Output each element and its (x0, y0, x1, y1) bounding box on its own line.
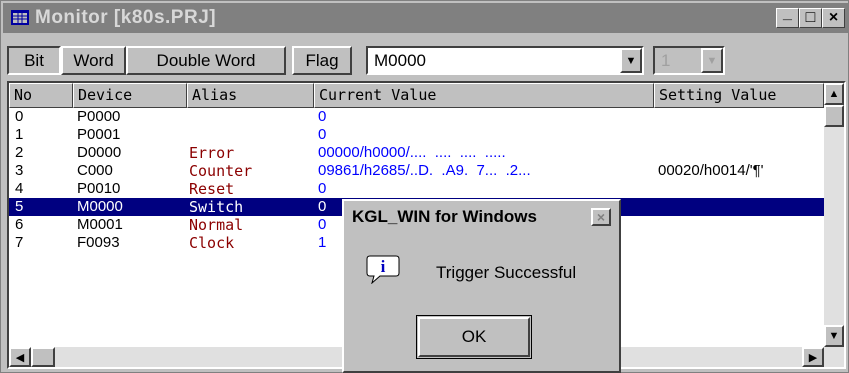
cell-alias: Normal (189, 216, 244, 234)
tab-flag[interactable]: Flag (292, 46, 352, 75)
column-header-setting-value[interactable]: Setting Value (654, 83, 824, 108)
cell-current-value: 0 (318, 198, 327, 215)
column-header-no[interactable]: No (9, 83, 73, 108)
cell-no: 4 (15, 180, 24, 197)
cell-current-value: 1 (318, 234, 327, 251)
tab-word[interactable]: Word (61, 46, 126, 75)
bit-select-value: 1 (661, 51, 671, 70)
cell-alias: Switch (189, 198, 244, 216)
vertical-scrollbar[interactable]: ▲ ▼ (824, 83, 844, 367)
close-icon: × (828, 9, 839, 26)
scroll-right-icon[interactable]: ▶ (802, 347, 824, 367)
cell-setting-value: 00020/h0014/'¶' (658, 162, 764, 179)
message-dialog: KGL_WIN for Windows × i Trigger Successf… (342, 199, 621, 373)
table-row[interactable]: 1 P0001 0 (9, 126, 824, 144)
scroll-down-icon[interactable]: ▼ (824, 325, 844, 347)
column-header-alias[interactable]: Alias (187, 83, 314, 108)
scroll-left-icon[interactable]: ◀ (9, 347, 31, 367)
cell-current-value: 00000/h0000/.... .... .... ..... (318, 144, 506, 161)
ok-button-label: OK (461, 327, 487, 346)
device-select[interactable]: M0000 ▼ (366, 46, 644, 75)
dialog-close-button[interactable]: × (591, 208, 611, 226)
cell-device: P0000 (77, 108, 121, 125)
cell-no: 6 (15, 216, 24, 233)
window-title: Monitor [k80s.PRJ] (35, 7, 217, 28)
cell-no: 0 (15, 108, 24, 125)
table-row[interactable]: 4 P0010 Reset 0 (9, 180, 824, 198)
cell-no: 1 (15, 126, 24, 143)
cell-device: P0001 (77, 126, 121, 143)
cell-device: P0010 (77, 180, 121, 197)
horizontal-scroll-thumb[interactable] (31, 347, 55, 367)
ok-button[interactable]: OK (416, 315, 532, 359)
cell-device: D0000 (77, 144, 122, 161)
device-select-value: M0000 (374, 51, 426, 70)
cell-device: F0093 (77, 234, 120, 251)
cell-no: 3 (15, 162, 24, 179)
cell-alias: Reset (189, 180, 235, 198)
svg-text:i: i (381, 257, 386, 276)
table-row[interactable]: 2 D0000 Error 00000/h0000/.... .... ....… (9, 144, 824, 162)
tab-bit[interactable]: Bit (7, 46, 61, 75)
title-bar[interactable]: Monitor [k80s.PRJ] _ □ × (3, 3, 848, 33)
maximize-icon: □ (805, 9, 816, 26)
table-row[interactable]: 0 P0000 0 (9, 108, 824, 126)
cell-device: M0001 (77, 216, 123, 233)
dialog-title: KGL_WIN for Windows (352, 207, 537, 226)
table-row[interactable]: 3 C000 Counter 09861/h2685/..D. .A9. 7..… (9, 162, 824, 180)
chevron-down-icon[interactable]: ▼ (620, 48, 642, 73)
dialog-message: Trigger Successful (436, 263, 577, 282)
info-speech-bubble-icon: i (366, 255, 400, 284)
chevron-down-icon[interactable]: ▼ (701, 48, 723, 73)
scroll-up-icon[interactable]: ▲ (824, 83, 844, 105)
cell-device: M0000 (77, 198, 123, 215)
cell-no: 5 (15, 198, 24, 215)
cell-current-value: 0 (318, 180, 327, 197)
dialog-title-bar[interactable]: KGL_WIN for Windows × (346, 203, 617, 231)
cell-no: 2 (15, 144, 24, 161)
cell-current-value: 0 (318, 126, 327, 143)
close-button[interactable]: × (822, 8, 845, 28)
column-header-device[interactable]: Device (73, 83, 187, 108)
toolbar: Bit Word Double Word Flag M0000 ▼ 1 ▼ (3, 35, 848, 79)
cell-current-value: 0 (318, 108, 327, 125)
close-icon: × (596, 209, 606, 225)
cell-device: C000 (77, 162, 113, 179)
cell-alias: Error (189, 144, 235, 162)
cell-current-value: 0 (318, 216, 327, 233)
monitor-grid-icon (11, 10, 29, 25)
cell-current-value: 09861/h2685/..D. .A9. 7... .2... (318, 162, 531, 179)
minimize-icon: _ (783, 5, 792, 22)
column-header-current-value[interactable]: Current Value (314, 83, 654, 108)
maximize-button[interactable]: □ (799, 8, 822, 28)
tab-double-word[interactable]: Double Word (126, 46, 286, 75)
cell-alias: Clock (189, 234, 235, 252)
bit-select[interactable]: 1 ▼ (653, 46, 725, 75)
cell-no: 7 (15, 234, 24, 251)
minimize-button[interactable]: _ (776, 5, 799, 28)
vertical-scroll-thumb[interactable] (824, 105, 844, 127)
cell-alias: Counter (189, 162, 253, 180)
